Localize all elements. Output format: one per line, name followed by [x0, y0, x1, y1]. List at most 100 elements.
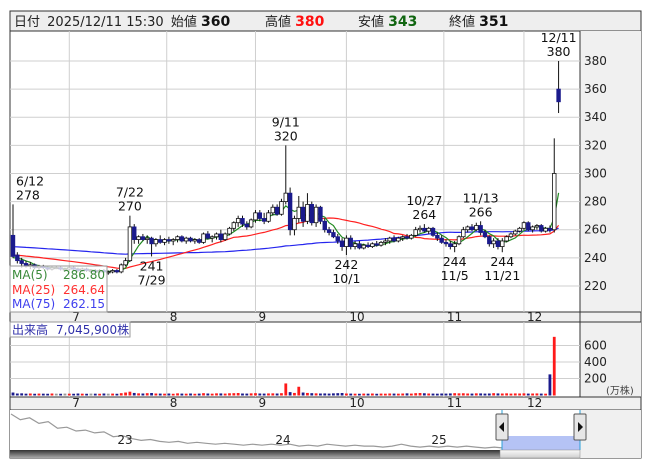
candle-body [335, 236, 340, 242]
volume-bar [539, 393, 543, 396]
candle-body [149, 237, 154, 245]
open-label: 始値 [171, 14, 197, 30]
annotation-date: 9/11 [272, 114, 300, 129]
candle-body [370, 243, 375, 247]
volume-bar [388, 393, 392, 396]
candle-body [409, 234, 414, 239]
candle-body [274, 206, 280, 215]
ma5-label: MA(5) [12, 268, 48, 282]
candle [318, 205, 323, 225]
volume-unit: (万株) [606, 384, 634, 397]
volume-bar [474, 393, 478, 396]
candle-body [19, 260, 24, 264]
volume-bar [228, 393, 231, 396]
candle-body [400, 236, 405, 239]
volume-bar [59, 393, 63, 396]
price-tick-label: 340 [584, 110, 607, 124]
volume-bar [98, 393, 101, 396]
scrollbar-thumb[interactable] [499, 449, 581, 459]
volume-bar [314, 393, 318, 396]
navigator-selection[interactable] [502, 436, 580, 450]
candle [248, 218, 254, 229]
volume-bar [505, 393, 509, 396]
high-label: 高値 [265, 14, 291, 30]
volume-bar [297, 386, 301, 396]
candle-body [127, 226, 133, 262]
scrollbar-track[interactable] [10, 450, 580, 458]
ma75-value: 262.15 [63, 297, 105, 311]
annotation-value: 244 [443, 254, 467, 269]
volume-bar [288, 392, 292, 396]
candle-body [556, 88, 561, 103]
candle-body [435, 234, 440, 239]
candle [287, 187, 293, 236]
annotation-high: 7/22270 [116, 185, 144, 214]
candle-body [526, 222, 531, 231]
candle-body [465, 226, 470, 231]
month-label: 11 [447, 396, 462, 410]
volume-bar [210, 393, 214, 396]
candle-body [552, 173, 557, 231]
candle-body [513, 230, 518, 235]
candle-body [196, 239, 202, 243]
month-label: 10 [349, 310, 364, 324]
volume-bar [150, 393, 153, 396]
candle-body [543, 227, 548, 232]
volume-bar [124, 392, 127, 396]
annotation-value: 278 [16, 187, 40, 202]
candle-body [344, 237, 349, 247]
volume-bar [167, 393, 171, 396]
volume-bar [496, 393, 500, 396]
low-label: 安値 [358, 14, 384, 30]
candle-body [331, 232, 336, 238]
candle-body [474, 225, 479, 231]
volume-bar [453, 393, 457, 396]
volume-bar [353, 393, 357, 396]
candle-body [175, 236, 180, 240]
candle-body [287, 192, 293, 231]
candle-body [422, 227, 427, 232]
candle [309, 201, 314, 226]
candle-body [352, 243, 358, 247]
annotation-date: 10/1 [332, 271, 360, 286]
month-label: 9 [258, 396, 266, 410]
volume-bar [340, 393, 344, 396]
candle-body [417, 227, 423, 231]
volume-bar [362, 393, 366, 396]
volume-legend: 出来高 7,045,900株 [9, 321, 131, 338]
volume-bar [20, 393, 24, 396]
candle-body [478, 225, 483, 233]
volume-bar [11, 392, 15, 396]
candle-body [326, 229, 332, 233]
candle-body [257, 212, 263, 219]
month-label: 11 [447, 310, 462, 324]
volume-bar [518, 393, 522, 396]
volume-bar [457, 393, 461, 396]
navigator-right-handle[interactable] [573, 413, 587, 441]
volume-bar [414, 393, 418, 396]
candle-body [404, 236, 410, 239]
volume-bar [513, 393, 517, 396]
candle-body [491, 240, 496, 245]
volume-bar [89, 393, 93, 396]
price-tick-label: 240 [584, 251, 607, 265]
candle [222, 232, 228, 241]
candle-body [391, 237, 397, 242]
volume-value: 7,045,900株 [56, 322, 129, 337]
volume-bar [500, 393, 504, 396]
close-value: 351 [479, 14, 508, 30]
volume-bar [448, 393, 452, 396]
candle [179, 235, 185, 243]
volume-bar [80, 393, 84, 396]
candle-body [201, 233, 206, 243]
candle-body [227, 227, 232, 235]
volume-bar [492, 393, 496, 396]
candle-body [270, 206, 275, 214]
candle-body [443, 241, 449, 245]
price-tick-label: 300 [584, 166, 607, 180]
navigator-label: 23 [117, 433, 132, 447]
candle-body [521, 222, 527, 229]
candle-body [456, 236, 462, 245]
navigator-left-handle[interactable] [495, 413, 509, 441]
volume-bar [111, 393, 114, 396]
